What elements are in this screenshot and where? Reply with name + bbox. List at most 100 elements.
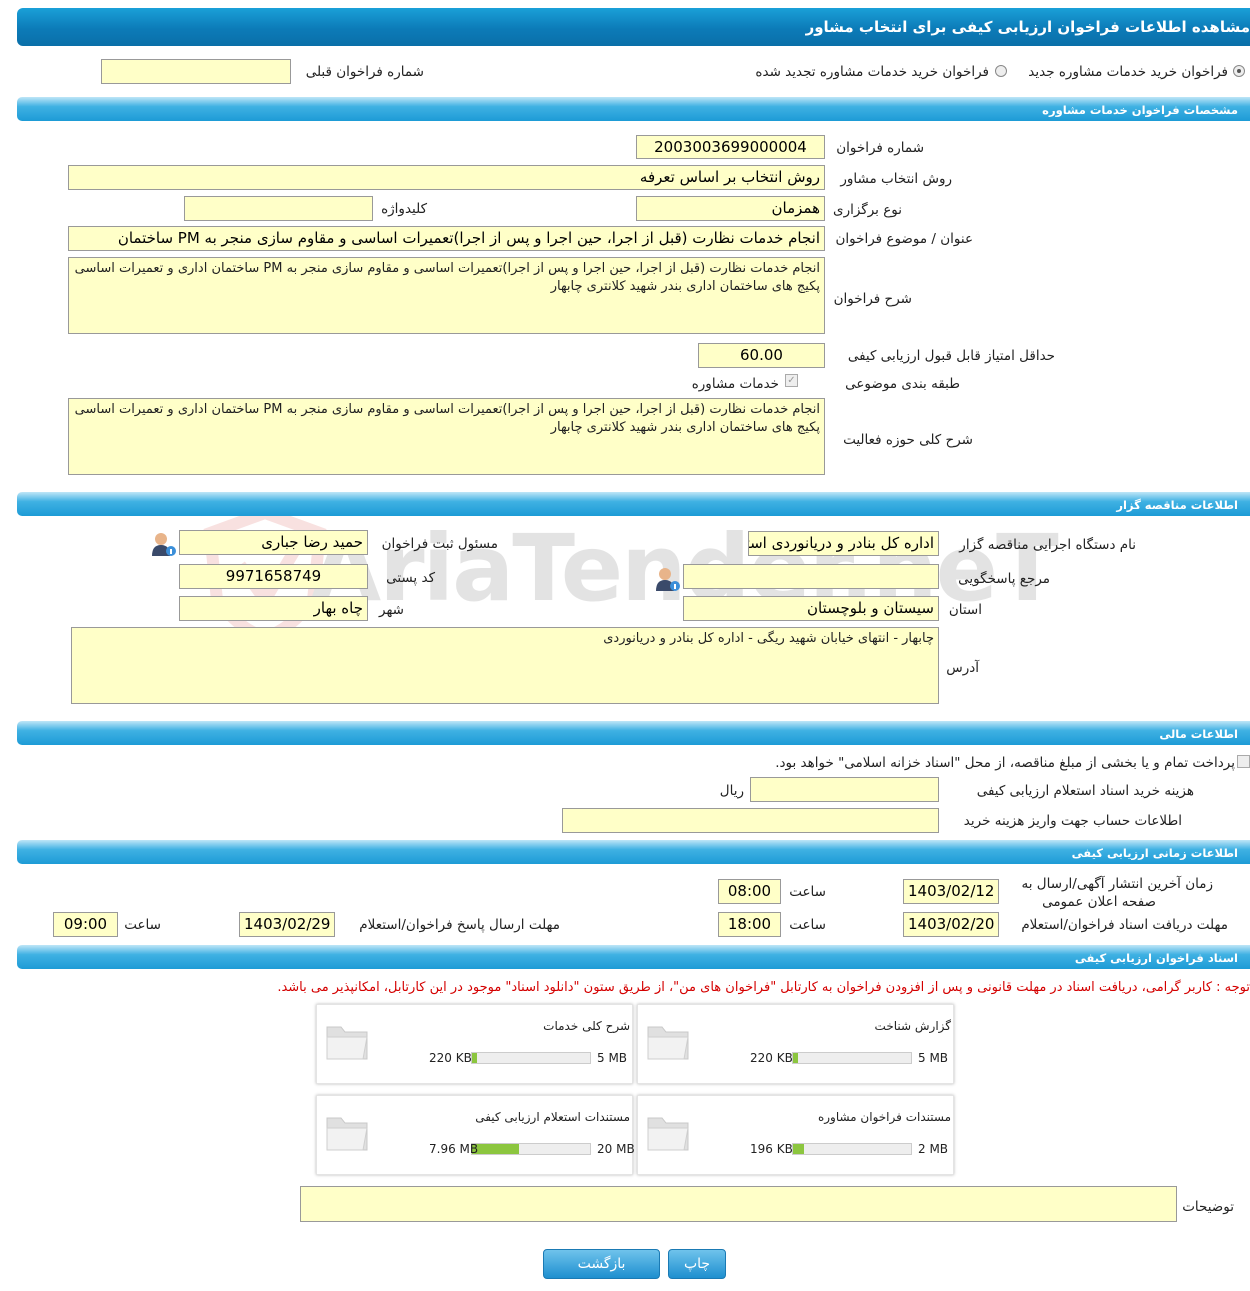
document-card[interactable]: گزارش شناخت 5 MB 220 KB bbox=[637, 1004, 954, 1084]
holding-type-label: نوع برگزاری bbox=[833, 202, 902, 218]
selection-method-field[interactable]: روش انتخاب بر اساس تعرفه bbox=[68, 165, 825, 190]
radio-new-call[interactable] bbox=[1233, 65, 1245, 77]
notes-label: توضیحات bbox=[1182, 1199, 1234, 1215]
receive-hour-label: ساعت bbox=[789, 917, 826, 933]
org-label: نام دستگاه اجرایی مناقصه گزار bbox=[959, 537, 1136, 553]
document-card[interactable]: مستندات فراخوان مشاوره 2 MB 196 KB bbox=[637, 1095, 954, 1175]
notes-field[interactable] bbox=[300, 1186, 1177, 1222]
document-size-fill bbox=[472, 1144, 519, 1154]
prev-number-label: شماره فراخوان قبلی bbox=[305, 64, 424, 80]
city-label: شهر bbox=[379, 602, 404, 618]
documents-notice: توجه : کاربر گرامی، دریافت اسناد در مهلت… bbox=[277, 980, 1250, 995]
province-label: استان bbox=[948, 602, 982, 618]
publish-date-field[interactable]: 1403/02/12 bbox=[903, 879, 999, 904]
reference-label: مرجع پاسخگویی bbox=[958, 571, 1050, 587]
call-number-label: شماره فراخوان bbox=[836, 140, 924, 156]
publish-label-line1: زمان آخرین انتشار آگهی/ارسال به bbox=[1021, 876, 1213, 892]
document-card[interactable]: شرح کلی خدمات 5 MB 220 KB bbox=[316, 1004, 633, 1084]
subject-label: عنوان / موضوع فراخوان bbox=[835, 231, 973, 247]
treasury-checkbox[interactable] bbox=[1237, 755, 1250, 768]
radio-renewed-call-label: فراخوان خرید خدمات مشاوره تجدید شده bbox=[755, 64, 989, 80]
city-field[interactable]: چاه بهار bbox=[179, 596, 368, 621]
keyword-field[interactable] bbox=[184, 196, 373, 221]
section-timing: اطلاعات زمانی ارزیابی کیفی bbox=[17, 840, 1250, 864]
description-label: شرح فراخوان bbox=[833, 291, 912, 307]
document-max-size: 5 MB bbox=[597, 1051, 628, 1065]
org-field[interactable]: اداره کل بنادر و دریانوردی استان سیستان … bbox=[748, 531, 939, 556]
submit-date-field[interactable]: 1403/02/29 bbox=[239, 912, 335, 937]
document-size-bar bbox=[792, 1143, 912, 1155]
province-field[interactable]: سیستان و بلوچستان bbox=[683, 596, 939, 621]
treasury-text: پرداخت تمام و یا بخشی از مبلغ مناقصه، از… bbox=[775, 755, 1235, 771]
section-tenderer: اطلاعات مناقصه گزار bbox=[17, 492, 1250, 516]
document-max-size: 5 MB bbox=[918, 1051, 949, 1065]
prev-number-field[interactable] bbox=[101, 59, 291, 84]
registrar-field[interactable]: حمید رضا جباری bbox=[179, 530, 368, 555]
receive-time-field[interactable]: 18:00 bbox=[718, 912, 781, 937]
call-number-field[interactable]: 2003003699000004 bbox=[636, 135, 825, 159]
document-title: مستندات استعلام ارزیابی کیفی bbox=[475, 1110, 630, 1124]
registrar-label: مسئول ثبت فراخوان bbox=[381, 536, 498, 552]
submit-hour-label: ساعت bbox=[124, 917, 161, 933]
submit-time-field[interactable]: 09:00 bbox=[53, 912, 118, 937]
section-tenderer-title: اطلاعات مناقصه گزار bbox=[1116, 498, 1238, 512]
radio-new-call-label: فراخوان خرید خدمات مشاوره جدید bbox=[1028, 64, 1228, 80]
cost-label: هزینه خرید اسناد استعلام ارزیابی کیفی bbox=[976, 783, 1194, 799]
cost-field[interactable] bbox=[750, 777, 939, 802]
publish-time-field[interactable]: 08:00 bbox=[718, 879, 781, 904]
document-current-size: 220 KB bbox=[429, 1051, 472, 1065]
currency-label: ریال bbox=[719, 783, 744, 799]
document-size-bar bbox=[792, 1052, 912, 1064]
selection-method-label: روش انتخاب مشاور bbox=[840, 171, 952, 187]
section-timing-title: اطلاعات زمانی ارزیابی کیفی bbox=[1071, 846, 1238, 860]
document-current-size: 196 KB bbox=[750, 1142, 793, 1156]
page-header: مشاهده اطلاعات فراخوان ارزیابی کیفی برای… bbox=[17, 8, 1250, 46]
category-value: خدمات مشاوره bbox=[691, 376, 779, 392]
submit-label: مهلت ارسال پاسخ فراخوان/استعلام bbox=[359, 917, 560, 933]
section-documents: اسناد فراخوان ارزیابی کیفی bbox=[17, 945, 1250, 969]
section-documents-title: اسناد فراخوان ارزیابی کیفی bbox=[1074, 951, 1238, 965]
category-checkbox[interactable]: ✓ bbox=[785, 374, 798, 387]
subject-field[interactable]: انجام خدمات نظارت (قبل از اجرا، حین اجرا… bbox=[68, 226, 825, 251]
activity-label: شرح کلی حوزه فعالیت bbox=[843, 432, 973, 448]
user-icon[interactable] bbox=[150, 531, 176, 557]
document-size-fill bbox=[472, 1053, 478, 1063]
address-field[interactable]: چابهار - انتهای خیابان شهید ریگی - اداره… bbox=[71, 627, 939, 704]
section-call-specs-title: مشخصات فراخوان خدمات مشاوره bbox=[1042, 103, 1238, 117]
document-size-fill bbox=[793, 1053, 799, 1063]
document-title: شرح کلی خدمات bbox=[543, 1019, 630, 1033]
postal-label: کد پستی bbox=[386, 570, 435, 586]
account-field[interactable] bbox=[562, 808, 939, 833]
holding-type-field[interactable]: همزمان bbox=[636, 196, 825, 221]
receive-date-field[interactable]: 1403/02/20 bbox=[903, 912, 999, 937]
section-call-specs: مشخصات فراخوان خدمات مشاوره bbox=[17, 97, 1250, 121]
folder-icon bbox=[644, 1019, 692, 1063]
print-button[interactable]: چاپ bbox=[668, 1249, 726, 1279]
min-score-field[interactable]: 60.00 bbox=[698, 343, 825, 368]
publish-hour-label: ساعت bbox=[789, 884, 826, 900]
radio-renewed-call[interactable] bbox=[995, 65, 1007, 77]
reference-field[interactable] bbox=[683, 564, 939, 589]
category-label: طبقه بندی موضوعی bbox=[845, 376, 960, 392]
document-current-size: 7.96 MB bbox=[429, 1142, 479, 1156]
section-financial-title: اطلاعات مالی bbox=[1159, 727, 1238, 741]
folder-icon bbox=[323, 1110, 371, 1154]
page-title: مشاهده اطلاعات فراخوان ارزیابی کیفی برای… bbox=[805, 18, 1250, 36]
document-max-size: 20 MB bbox=[597, 1142, 635, 1156]
document-size-fill bbox=[793, 1144, 805, 1154]
folder-icon bbox=[644, 1110, 692, 1154]
postal-field[interactable]: 9971658749 bbox=[179, 564, 368, 589]
document-max-size: 2 MB bbox=[918, 1142, 949, 1156]
document-size-bar bbox=[471, 1143, 591, 1155]
document-title: مستندات فراخوان مشاوره bbox=[817, 1110, 951, 1124]
min-score-label: حداقل امتیاز قابل قبول ارزیابی کیفی bbox=[847, 348, 1055, 364]
back-button[interactable]: بازگشت bbox=[543, 1249, 660, 1279]
user-icon[interactable] bbox=[654, 566, 680, 592]
keyword-label: کلیدواژه bbox=[381, 201, 427, 217]
document-size-bar bbox=[471, 1052, 591, 1064]
document-card[interactable]: مستندات استعلام ارزیابی کیفی 20 MB 7.96 … bbox=[316, 1095, 635, 1175]
activity-field[interactable]: انجام خدمات نظارت (قبل از اجرا، حین اجرا… bbox=[68, 398, 825, 475]
description-field[interactable]: انجام خدمات نظارت (قبل از اجرا، حین اجرا… bbox=[68, 257, 825, 334]
publish-label-line2: صفحه اعلان عمومی bbox=[1042, 894, 1156, 910]
account-label: اطلاعات حساب جهت واریز هزینه خرید bbox=[963, 813, 1182, 829]
